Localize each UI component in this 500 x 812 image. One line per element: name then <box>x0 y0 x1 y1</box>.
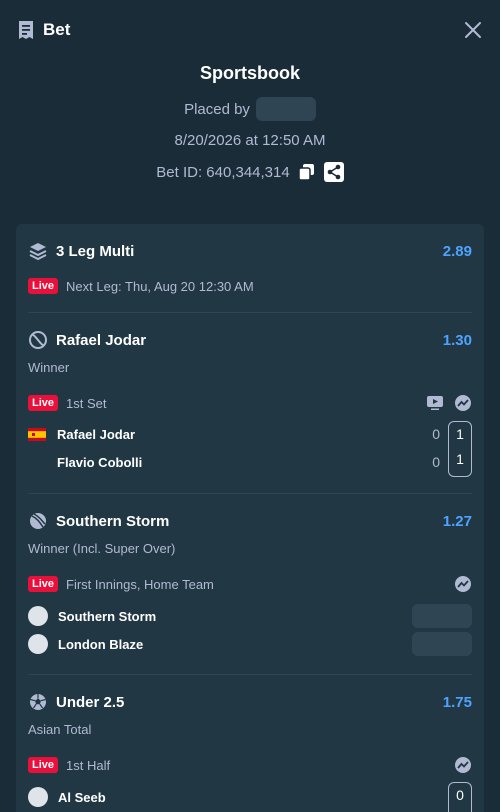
team-row: London Blaze <box>28 634 472 654</box>
leg-market-row: Asian Total <box>28 722 472 737</box>
sportsbook-title: Sportsbook <box>199 63 300 83</box>
team-logo-icon <box>28 787 48 807</box>
leg-odds: 1.75 <box>442 693 472 711</box>
modal-header: Bet <box>0 0 500 60</box>
live-badge: Live <box>28 278 59 294</box>
bet-id: Bet ID: 640,344,314 <box>156 163 290 181</box>
bet-datetime: 8/20/2026 at 12:50 AM <box>174 132 326 149</box>
leg-selection: Rafael Jodar <box>56 331 147 349</box>
cricket-ball-icon <box>30 513 46 529</box>
leg-selection: Under 2.5 <box>56 693 125 711</box>
leg-odds: 1.27 <box>442 512 472 530</box>
leg-status-row: Live First Innings, Home Team <box>28 576 472 592</box>
modal-title: Bet <box>43 20 71 39</box>
team-name: Al Seeb <box>58 789 106 805</box>
game-score: 0 <box>432 426 440 442</box>
divider <box>28 493 472 494</box>
bet-slip-icon <box>19 21 33 39</box>
leg-status: 1st Set <box>66 395 107 411</box>
team-logo-icon <box>28 634 48 654</box>
team-logo-icon <box>28 606 48 626</box>
soccer-ball-icon <box>30 694 46 710</box>
live-badge: Live <box>28 395 59 411</box>
score-placeholder <box>412 632 472 656</box>
leg-market-row: Winner (Incl. Super Over) <box>28 541 472 556</box>
tennis-ball-icon <box>29 331 47 349</box>
leg-market: Winner (Incl. Super Over) <box>28 541 176 556</box>
team-name: Southern Storm <box>58 608 157 624</box>
leg-header[interactable]: Under 2.5 1.75 <box>28 692 472 712</box>
multi-header: 3 Leg Multi 2.89 <box>28 241 472 261</box>
team-name: Flavio Cobolli <box>57 455 143 470</box>
score-placeholder <box>412 604 472 628</box>
set-score: 1 <box>456 451 464 467</box>
stats-icon[interactable] <box>454 394 472 412</box>
leg-market-row: Winner <box>28 360 472 375</box>
multi-title: 3 Leg Multi <box>56 242 135 260</box>
copy-icon[interactable] <box>297 163 316 181</box>
header-title-group: Bet <box>17 20 70 40</box>
spain-flag-icon <box>28 428 46 441</box>
bet-id-row: Bet ID: 640,344,314 <box>0 162 500 182</box>
set-score-box: 1 1 <box>448 421 472 477</box>
live-badge: Live <box>28 576 59 592</box>
placed-by: Placed by <box>0 97 500 121</box>
leg-market: Winner <box>28 360 70 375</box>
layers-icon <box>29 243 47 261</box>
team-row: Al Seeb <box>28 787 472 807</box>
leg-market: Asian Total <box>28 722 92 737</box>
stats-icon[interactable] <box>454 756 472 774</box>
leg-header[interactable]: Southern Storm 1.27 <box>28 511 472 531</box>
placed-by-label: Placed by <box>184 100 250 118</box>
next-leg: Next Leg: Thu, Aug 20 12:30 AM <box>66 278 254 294</box>
multi-status: Live Next Leg: Thu, Aug 20 12:30 AM <box>28 278 472 294</box>
divider <box>28 674 472 675</box>
live-stream-icon[interactable] <box>426 395 444 411</box>
username-hidden[interactable] <box>255 97 316 121</box>
stats-icon[interactable] <box>454 575 472 593</box>
leg-status-row: Live 1st Half <box>28 757 472 773</box>
leg-status: First Innings, Home Team <box>66 576 214 592</box>
live-badge: Live <box>28 757 59 773</box>
leg-status-row: Live 1st Set <box>28 395 472 411</box>
divider <box>28 312 472 313</box>
leg-selection: Southern Storm <box>56 512 170 530</box>
score-box: 0 <box>448 782 472 812</box>
team-row: Southern Storm <box>28 606 472 626</box>
bet-card: 3 Leg Multi 2.89 Live Next Leg: Thu, Aug… <box>16 224 484 812</box>
team-row: Rafael Jodar <box>28 427 472 442</box>
team-name: Rafael Jodar <box>57 427 136 442</box>
team-row: Flavio Cobolli <box>28 455 472 470</box>
leg-status: 1st Half <box>66 757 111 773</box>
share-icon[interactable] <box>323 162 344 182</box>
close-icon[interactable] <box>464 21 482 39</box>
team-name: London Blaze <box>58 636 144 652</box>
multi-odds: 2.89 <box>442 242 472 260</box>
set-score: 1 <box>456 426 464 442</box>
score: 0 <box>456 787 464 803</box>
game-score: 0 <box>432 454 440 470</box>
leg-header[interactable]: Rafael Jodar 1.30 <box>28 330 472 350</box>
leg-odds: 1.30 <box>442 331 472 349</box>
